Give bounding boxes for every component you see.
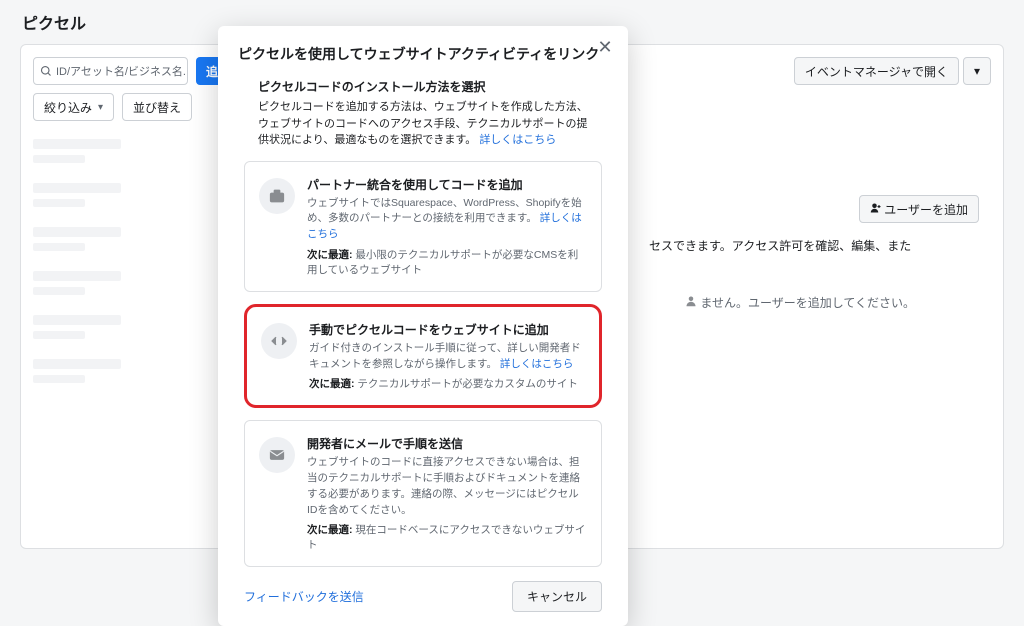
option-body: 手動でピクセルコードをウェブサイトに追加 ガイド付きのインストール手順に従って、… bbox=[309, 321, 585, 392]
detail-text-access: セスできます。アクセス許可を確認、編集、また bbox=[649, 237, 979, 254]
option-body: 開発者にメールで手順を送信 ウェブサイトのコードに直接アクセスできない場合は、担… bbox=[307, 435, 587, 552]
send-feedback-link[interactable]: フィードバックを送信 bbox=[244, 588, 364, 605]
option-email-developer[interactable]: 開発者にメールで手順を送信 ウェブサイトのコードに直接アクセスできない場合は、担… bbox=[244, 420, 602, 567]
option-best-for: 次に最適: 最小限のテクニカルサポートが必要なCMSを利用しているウェブサイト bbox=[307, 247, 587, 277]
modal-title: ピクセルを使用してウェブサイトアクティビティをリンク bbox=[238, 44, 608, 64]
close-icon: ✕ bbox=[597, 37, 612, 58]
option-best-for: 次に最適: テクニカルサポートが必要なカスタムのサイト bbox=[309, 376, 585, 391]
learn-more-link[interactable]: 詳しくはこちら bbox=[479, 134, 556, 146]
search-placeholder: ID/アセット名/ビジネス名... bbox=[56, 63, 188, 79]
detail-pane: ユーザーを追加 セスできます。アクセス許可を確認、編集、また ません。ユーザーを… bbox=[649, 195, 979, 311]
install-options: パートナー統合を使用してコードを追加 ウェブサイトではSquarespace、W… bbox=[238, 161, 608, 568]
detail-empty-users: ません。ユーザーを追加してください。 bbox=[649, 294, 979, 311]
option-body: パートナー統合を使用してコードを追加 ウェブサイトではSquarespace、W… bbox=[307, 176, 587, 277]
close-button[interactable]: ✕ bbox=[592, 34, 618, 60]
option-title: 手動でピクセルコードをウェブサイトに追加 bbox=[309, 321, 585, 338]
mail-icon bbox=[259, 437, 295, 473]
search-icon bbox=[40, 65, 52, 77]
briefcase-icon bbox=[259, 178, 295, 214]
open-event-manager-caret[interactable]: ▾ bbox=[963, 57, 991, 85]
user-plus-icon bbox=[870, 202, 882, 217]
option-title: パートナー統合を使用してコードを追加 bbox=[307, 176, 587, 193]
install-pixel-modal: ✕ ピクセルを使用してウェブサイトアクティビティをリンク ピクセルコードのインス… bbox=[218, 26, 628, 626]
option-manual-install[interactable]: 手動でピクセルコードをウェブサイトに追加 ガイド付きのインストール手順に従って、… bbox=[244, 304, 602, 409]
option-desc: ウェブサイトではSquarespace、WordPress、Shopifyを始め… bbox=[307, 196, 587, 243]
option-desc: ガイド付きのインストール手順に従って、詳しい開発者ドキュメントを参照しながら操作… bbox=[309, 341, 585, 373]
chevron-down-icon: ▾ bbox=[974, 64, 980, 78]
modal-intro-desc: ピクセルコードを追加する方法は、ウェブサイトを作成した方法、ウェブサイトのコード… bbox=[258, 99, 588, 149]
open-event-manager-group: イベントマネージャで開く ▾ bbox=[794, 57, 991, 85]
learn-more-link[interactable]: 詳しくはこちら bbox=[500, 358, 574, 370]
cancel-button[interactable]: キャンセル bbox=[512, 581, 602, 612]
modal-intro-title: ピクセルコードのインストール方法を選択 bbox=[258, 78, 588, 95]
modal-footer: フィードバックを送信 キャンセル bbox=[238, 581, 608, 612]
sort-dropdown[interactable]: 並び替え bbox=[122, 93, 192, 121]
option-title: 開発者にメールで手順を送信 bbox=[307, 435, 587, 452]
modal-intro: ピクセルコードのインストール方法を選択 ピクセルコードを追加する方法は、ウェブサ… bbox=[238, 78, 608, 149]
search-input[interactable]: ID/アセット名/ビジネス名... bbox=[33, 57, 188, 85]
option-desc: ウェブサイトのコードに直接アクセスできない場合は、担当のテクニカルサポートに手順… bbox=[307, 455, 587, 518]
code-icon bbox=[261, 323, 297, 359]
option-best-for: 次に最適: 現在コードベースにアクセスできないウェブサイト bbox=[307, 522, 587, 552]
filter-dropdown[interactable]: 絞り込み ▾ bbox=[33, 93, 114, 121]
user-icon bbox=[685, 296, 700, 310]
open-event-manager-button[interactable]: イベントマネージャで開く bbox=[794, 57, 959, 85]
option-partner-integration[interactable]: パートナー統合を使用してコードを追加 ウェブサイトではSquarespace、W… bbox=[244, 161, 602, 292]
add-user-button[interactable]: ユーザーを追加 bbox=[859, 195, 979, 223]
chevron-down-icon: ▾ bbox=[98, 102, 103, 113]
